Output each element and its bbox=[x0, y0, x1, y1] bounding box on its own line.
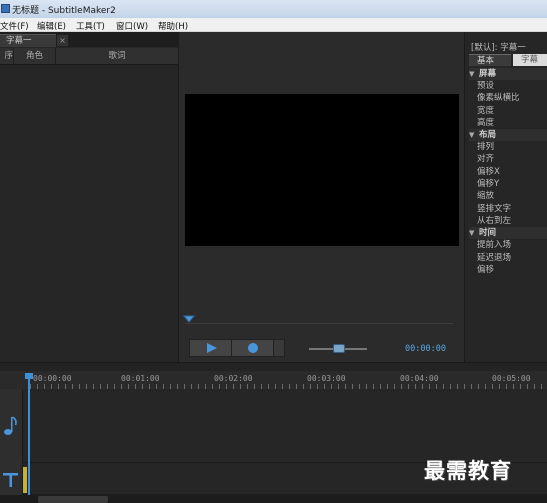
subtitle-list-panel: 字幕一 × 序号 角色 歌词 bbox=[0, 32, 179, 362]
tab-subtitle-1[interactable]: 字幕一 bbox=[0, 34, 56, 47]
property-vertical-text[interactable]: 竖排文字 bbox=[469, 203, 547, 215]
menu-file[interactable]: 文件(F) bbox=[0, 20, 29, 32]
ruler-label: 00:00:00 bbox=[33, 374, 72, 383]
play-icon bbox=[207, 343, 217, 353]
track-headers bbox=[0, 389, 23, 503]
play-button[interactable] bbox=[190, 340, 232, 356]
watermark-logo: 最需教育 bbox=[424, 458, 512, 483]
group-layout[interactable]: ▼ 布局 bbox=[469, 129, 547, 142]
column-role[interactable]: 角色 bbox=[14, 48, 56, 65]
group-time[interactable]: ▼ 时间 bbox=[469, 227, 547, 240]
timeline-ruler[interactable]: 00:00:00 00:01:00 00:02:00 00:03:00 00:0… bbox=[0, 371, 547, 389]
property-delayed-exit[interactable]: 延迟退场 bbox=[469, 252, 547, 264]
preview-panel: 00:00:00 bbox=[179, 32, 464, 362]
tab-subtitle[interactable]: 字幕 bbox=[513, 54, 547, 66]
music-note-icon bbox=[4, 416, 17, 435]
text-track-icon bbox=[3, 473, 18, 487]
scrollbar-thumb[interactable] bbox=[38, 496, 108, 503]
subtitle-clip[interactable] bbox=[23, 467, 27, 493]
ruler-label: 00:01:00 bbox=[121, 374, 160, 383]
property-align[interactable]: 对齐 bbox=[469, 153, 547, 165]
ruler-label: 00:04:00 bbox=[400, 374, 439, 383]
property-width[interactable]: 宽度 bbox=[469, 105, 547, 117]
property-early-enter[interactable]: 提前入场 bbox=[469, 239, 547, 251]
property-right-to-left[interactable]: 从右到左 bbox=[469, 215, 547, 227]
ruler-label: 00:03:00 bbox=[307, 374, 346, 383]
properties-list: ▼ 屏幕 预设 像素纵横比 宽度 高度 ▼ 布局 排列 对齐 偏移X 偏移Y 缩放 … bbox=[469, 68, 547, 276]
app-icon bbox=[1, 4, 10, 13]
seek-handle-icon[interactable] bbox=[183, 315, 195, 323]
playback-controls bbox=[189, 339, 285, 357]
column-lyrics[interactable]: 歌词 bbox=[56, 48, 179, 65]
menu-edit[interactable]: 编辑(E) bbox=[37, 20, 66, 32]
current-timecode: 00:00:00 bbox=[405, 344, 446, 354]
property-preset[interactable]: 预设 bbox=[469, 80, 547, 92]
column-index[interactable]: 序号 bbox=[0, 48, 14, 65]
property-pixel-aspect[interactable]: 像素纵横比 bbox=[469, 92, 547, 104]
audio-track[interactable] bbox=[23, 389, 547, 463]
record-button[interactable] bbox=[232, 340, 274, 356]
collapse-arrow-icon: ▼ bbox=[469, 131, 475, 140]
menu-window[interactable]: 窗口(W) bbox=[116, 20, 148, 32]
seek-track[interactable] bbox=[185, 323, 453, 324]
menu-help[interactable]: 帮助(H) bbox=[158, 20, 188, 32]
ruler-label: 00:05:00 bbox=[492, 374, 531, 383]
ruler-label: 00:02:00 bbox=[214, 374, 253, 383]
property-arrange[interactable]: 排列 bbox=[469, 141, 547, 153]
property-time-offset[interactable]: 偏移 bbox=[469, 264, 547, 276]
close-tab-icon[interactable]: × bbox=[57, 35, 68, 46]
window-title: 无标题 - SubtitleMaker2 bbox=[12, 6, 116, 16]
properties-tabs: 基本 字幕 bbox=[469, 54, 547, 66]
title-bar: 无标题 - SubtitleMaker2 bbox=[0, 0, 547, 18]
tab-basic[interactable]: 基本 bbox=[469, 54, 511, 66]
group-screen[interactable]: ▼ 屏幕 bbox=[469, 68, 547, 80]
group-label: 屏幕 bbox=[479, 69, 497, 79]
group-label: 布局 bbox=[479, 130, 497, 141]
video-preview[interactable] bbox=[185, 94, 459, 246]
group-label: 时间 bbox=[479, 228, 497, 239]
playhead[interactable] bbox=[28, 373, 30, 498]
property-offset-y[interactable]: 偏移Y bbox=[469, 178, 547, 190]
property-height[interactable]: 高度 bbox=[469, 117, 547, 129]
volume-slider-handle[interactable] bbox=[333, 344, 345, 353]
record-icon bbox=[248, 343, 258, 353]
timeline-scrollbar[interactable] bbox=[0, 495, 547, 503]
properties-title: [默认]: 字幕一 bbox=[471, 43, 526, 53]
collapse-arrow-icon: ▼ bbox=[469, 70, 475, 78]
menu-tools[interactable]: 工具(T) bbox=[76, 20, 105, 32]
subtitle-tab-bar: 字幕一 × bbox=[0, 32, 179, 47]
property-offset-x[interactable]: 偏移X bbox=[469, 166, 547, 178]
property-scale[interactable]: 缩放 bbox=[469, 190, 547, 202]
menu-bar: 文件(F) 编辑(E) 工具(T) 窗口(W) 帮助(H) bbox=[0, 18, 547, 32]
properties-panel: [默认]: 字幕一 基本 字幕 ▼ 屏幕 预设 像素纵横比 宽度 高度 ▼ 布局 排… bbox=[464, 32, 547, 362]
subtitle-table-header: 序号 角色 歌词 bbox=[0, 48, 179, 65]
collapse-arrow-icon: ▼ bbox=[469, 229, 475, 238]
